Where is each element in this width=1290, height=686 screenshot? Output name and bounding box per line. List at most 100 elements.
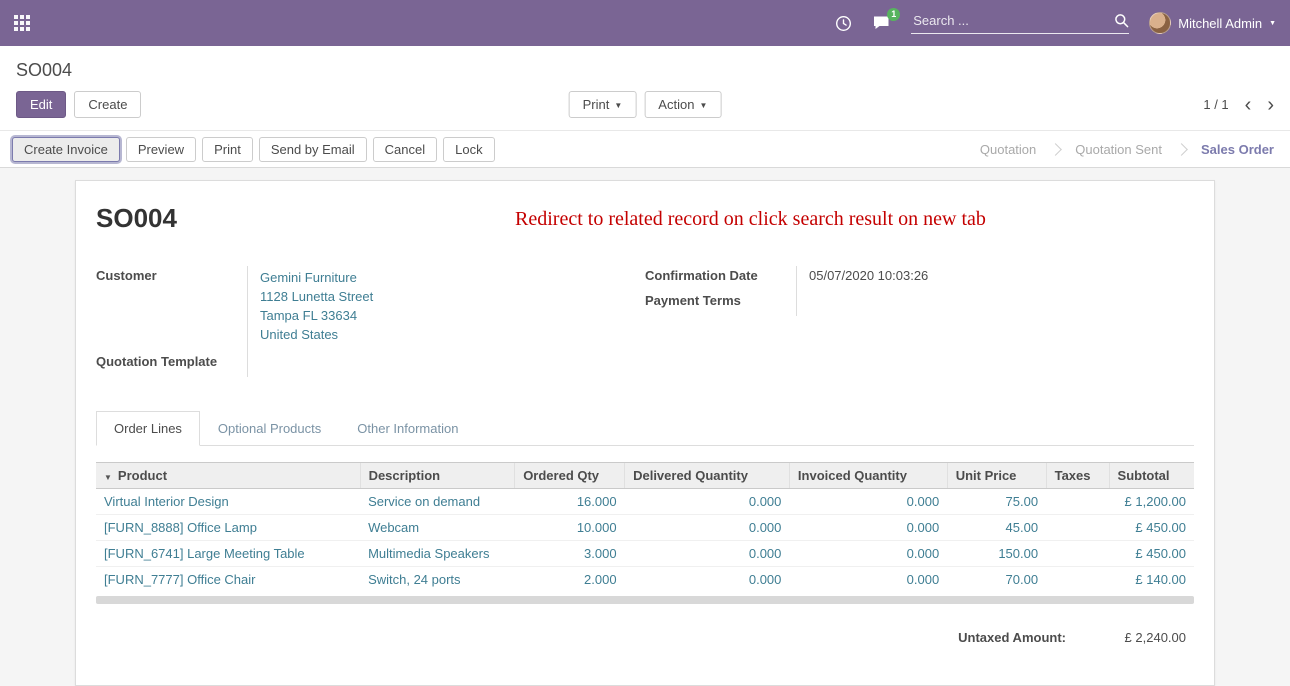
cell-subtotal[interactable]: £ 450.00: [1109, 515, 1194, 541]
chevron-down-icon: ▼: [614, 101, 622, 110]
red-annotation-text: Redirect to related record on click sear…: [177, 203, 1194, 231]
table-header-row: ▼Product Description Ordered Qty Deliver…: [96, 463, 1194, 489]
tab-optional-products[interactable]: Optional Products: [200, 411, 339, 446]
cancel-button[interactable]: Cancel: [373, 137, 437, 162]
control-bar: Edit Create Print▼ Action▼ 1 / 1 ‹ ›: [0, 85, 1290, 130]
cell-delivered-qty[interactable]: 0.000: [625, 541, 790, 567]
right-field-group: Confirmation Date 05/07/2020 10:03:26 Pa…: [645, 266, 1194, 377]
print-button[interactable]: Print: [202, 137, 253, 162]
cell-product[interactable]: [FURN_7777] Office Chair: [96, 567, 360, 593]
page-title: SO004: [96, 203, 177, 234]
lock-button[interactable]: Lock: [443, 137, 494, 162]
search-icon[interactable]: [1114, 13, 1129, 28]
edit-button[interactable]: Edit: [16, 91, 66, 118]
tab-other-information[interactable]: Other Information: [339, 411, 476, 446]
table-row[interactable]: Virtual Interior Design Service on deman…: [96, 489, 1194, 515]
confirmation-date-value: 05/07/2020 10:03:26: [797, 266, 1194, 291]
quotation-template-label: Quotation Template: [96, 352, 248, 377]
table-row[interactable]: [FURN_8888] Office Lamp Webcam 10.000 0.…: [96, 515, 1194, 541]
search-input[interactable]: [911, 12, 1114, 29]
form-view: SO004 Redirect to related record on clic…: [0, 180, 1290, 686]
cell-subtotal[interactable]: £ 1,200.00: [1109, 489, 1194, 515]
chevron-down-icon: ▼: [1269, 20, 1276, 27]
apps-menu-icon[interactable]: [14, 15, 30, 31]
table-scrollbar[interactable]: [96, 596, 1194, 604]
messages-badge: 1: [887, 8, 900, 21]
user-menu[interactable]: Mitchell Admin ▼: [1149, 12, 1276, 34]
preview-button[interactable]: Preview: [126, 137, 196, 162]
cell-taxes[interactable]: [1046, 489, 1109, 515]
breadcrumb-title[interactable]: SO004: [16, 60, 72, 80]
cell-unit-price[interactable]: 45.00: [947, 515, 1046, 541]
status-quotation[interactable]: Quotation: [964, 142, 1052, 157]
breadcrumb: SO004: [0, 46, 1290, 85]
column-caret-icon[interactable]: ▼: [104, 473, 112, 482]
cell-unit-price[interactable]: 150.00: [947, 541, 1046, 567]
col-invoiced-quantity: Invoiced Quantity: [789, 463, 947, 489]
col-delivered-quantity: Delivered Quantity: [625, 463, 790, 489]
untaxed-amount-label: Untaxed Amount:: [958, 630, 1066, 645]
cell-unit-price[interactable]: 75.00: [947, 489, 1046, 515]
cell-invoiced-qty[interactable]: 0.000: [789, 567, 947, 593]
cell-invoiced-qty[interactable]: 0.000: [789, 515, 947, 541]
navbar-search: [911, 12, 1129, 34]
table-row[interactable]: [FURN_6741] Large Meeting Table Multimed…: [96, 541, 1194, 567]
cell-description[interactable]: Multimedia Speakers: [360, 541, 515, 567]
chevron-down-icon: ▼: [699, 101, 707, 110]
customer-label: Customer: [96, 266, 248, 352]
order-lines-table: ▼Product Description Ordered Qty Deliver…: [96, 462, 1194, 592]
pager-counter: 1 / 1: [1203, 97, 1228, 112]
col-description: Description: [360, 463, 515, 489]
cell-ordered-qty[interactable]: 2.000: [515, 567, 625, 593]
cell-unit-price[interactable]: 70.00: [947, 567, 1046, 593]
status-pipeline: Quotation Quotation Sent Sales Order: [964, 131, 1290, 167]
activities-clock-icon[interactable]: [835, 15, 852, 32]
cell-ordered-qty[interactable]: 16.000: [515, 489, 625, 515]
payment-terms-value: [797, 291, 1194, 316]
cell-invoiced-qty[interactable]: 0.000: [789, 541, 947, 567]
print-dropdown-button[interactable]: Print▼: [569, 91, 637, 118]
cell-product[interactable]: [FURN_8888] Office Lamp: [96, 515, 360, 541]
customer-value[interactable]: Gemini Furniture 1128 Lunetta Street Tam…: [248, 266, 645, 352]
pager-next-icon[interactable]: ›: [1267, 98, 1274, 112]
cell-taxes[interactable]: [1046, 515, 1109, 541]
totals-row: Untaxed Amount: £ 2,240.00: [96, 630, 1194, 645]
table-row[interactable]: [FURN_7777] Office Chair Switch, 24 port…: [96, 567, 1194, 593]
cell-description[interactable]: Switch, 24 ports: [360, 567, 515, 593]
cell-delivered-qty[interactable]: 0.000: [625, 567, 790, 593]
cell-delivered-qty[interactable]: 0.000: [625, 489, 790, 515]
cell-delivered-qty[interactable]: 0.000: [625, 515, 790, 541]
confirmation-date-label: Confirmation Date: [645, 266, 797, 291]
status-quotation-sent[interactable]: Quotation Sent: [1059, 142, 1178, 157]
cell-product[interactable]: [FURN_6741] Large Meeting Table: [96, 541, 360, 567]
status-sales-order[interactable]: Sales Order: [1185, 142, 1290, 157]
sales-order-sheet: SO004 Redirect to related record on clic…: [75, 180, 1215, 686]
messages-icon[interactable]: 1: [872, 15, 891, 31]
top-navbar: 1 Mitchell Admin ▼: [0, 0, 1290, 46]
col-ordered-qty: Ordered Qty: [515, 463, 625, 489]
payment-terms-label: Payment Terms: [645, 291, 797, 316]
create-button[interactable]: Create: [74, 91, 141, 118]
quotation-template-value: [248, 352, 645, 377]
send-by-email-button[interactable]: Send by Email: [259, 137, 367, 162]
cell-description[interactable]: Webcam: [360, 515, 515, 541]
untaxed-amount-value: £ 2,240.00: [1066, 630, 1186, 645]
avatar: [1149, 12, 1171, 34]
cell-ordered-qty[interactable]: 3.000: [515, 541, 625, 567]
cell-subtotal[interactable]: £ 450.00: [1109, 541, 1194, 567]
cell-invoiced-qty[interactable]: 0.000: [789, 489, 947, 515]
pager-previous-icon[interactable]: ‹: [1245, 98, 1252, 112]
statusbar: Create Invoice Preview Print Send by Ema…: [0, 130, 1290, 168]
tab-order-lines[interactable]: Order Lines: [96, 411, 200, 446]
create-invoice-button[interactable]: Create Invoice: [12, 137, 120, 162]
col-unit-price: Unit Price: [947, 463, 1046, 489]
cell-description[interactable]: Service on demand: [360, 489, 515, 515]
user-name: Mitchell Admin: [1178, 16, 1262, 31]
cell-product[interactable]: Virtual Interior Design: [96, 489, 360, 515]
cell-taxes[interactable]: [1046, 567, 1109, 593]
action-dropdown-button[interactable]: Action▼: [644, 91, 721, 118]
col-taxes: Taxes: [1046, 463, 1109, 489]
cell-subtotal[interactable]: £ 140.00: [1109, 567, 1194, 593]
cell-ordered-qty[interactable]: 10.000: [515, 515, 625, 541]
cell-taxes[interactable]: [1046, 541, 1109, 567]
